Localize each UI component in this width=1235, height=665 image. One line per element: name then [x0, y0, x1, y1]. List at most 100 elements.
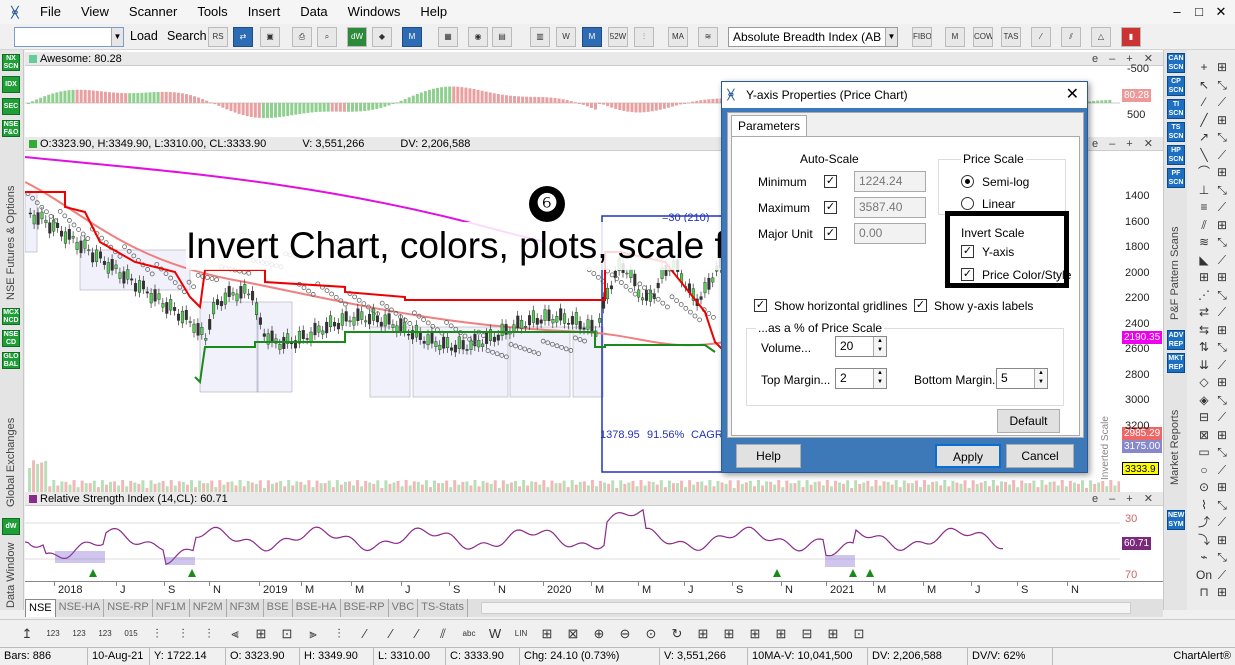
drawing-tool-icon[interactable]: ⇆	[1195, 321, 1213, 339]
major-unit-field[interactable]: 0.00	[854, 223, 926, 244]
drawing-tool-icon[interactable]: ⇅	[1195, 338, 1213, 356]
bottom-tool-icon[interactable]: ⊞	[694, 625, 712, 643]
drawing-tool-icon[interactable]: ⤡	[1213, 181, 1231, 199]
drawing-tool-icon[interactable]: ▭	[1195, 443, 1213, 461]
stepper-arrows-icon[interactable]: ▲ ▼	[1034, 369, 1047, 388]
monthly-icon[interactable]: M	[582, 27, 602, 47]
drawing-tool-icon[interactable]: ⤡	[1213, 338, 1231, 356]
bottom-tool-icon[interactable]: ⁄	[356, 625, 374, 643]
drawing-tool-icon[interactable]: ⤡	[1213, 391, 1231, 409]
dialog-close-icon[interactable]: ✕	[1066, 82, 1079, 108]
tab-nse-rp[interactable]: NSE-RP	[104, 599, 153, 617]
drawing-tool-icon[interactable]: ⟋	[1213, 566, 1231, 584]
stepper-arrows-icon[interactable]: ▲ ▼	[873, 369, 886, 388]
minimum-field[interactable]: 1224.24	[854, 171, 926, 192]
tas-icon[interactable]: TAS	[1001, 27, 1021, 47]
drawing-tool-icon[interactable]: ⟋	[1213, 461, 1231, 479]
bottom-tool-icon[interactable]: ⊞	[252, 625, 270, 643]
chart-icon[interactable]: ▤	[492, 27, 512, 47]
ts-scan-button[interactable]: TS SCN	[1167, 122, 1185, 142]
auto-fibo-icon[interactable]: FIBO	[912, 27, 932, 47]
close-window-button[interactable]: ✕	[1210, 0, 1232, 24]
weekly-icon[interactable]: W	[556, 27, 576, 47]
bottom-tool-icon[interactable]: ⊙	[642, 625, 660, 643]
dw-icon[interactable]: dW	[347, 27, 367, 47]
drawing-tool-icon[interactable]: ⤡	[1213, 286, 1231, 304]
drawing-tool-icon[interactable]: ⊞	[1213, 216, 1231, 234]
portfolio-icon[interactable]: M	[402, 27, 422, 47]
drawing-tool-icon[interactable]: ⫽	[1195, 216, 1213, 234]
drawing-tool-icon[interactable]: ⤡	[1213, 76, 1231, 94]
nse-futures-label[interactable]: NSE Futures & Options	[5, 140, 17, 300]
candle-scan-button[interactable]: CAN SCN	[1167, 53, 1185, 73]
tab-nse-ha[interactable]: NSE-HA	[56, 599, 105, 617]
drawing-tool-icon[interactable]: ⟋	[1213, 356, 1231, 374]
data-window-button[interactable]: dW	[2, 518, 20, 535]
drawing-tool-icon[interactable]: ⋰	[1195, 286, 1213, 304]
save-icon[interactable]: ▣	[260, 27, 280, 47]
top-margin-stepper[interactable]: 2 ▲ ▼	[835, 368, 887, 389]
bottom-tool-icon[interactable]: ⊞	[772, 625, 790, 643]
maximum-auto-checkbox[interactable]: ✓	[824, 201, 837, 214]
symbol-input[interactable]: ▼	[14, 27, 124, 47]
new-symbol-button[interactable]: NEW SYM	[1167, 510, 1185, 530]
drawing-tool-icon[interactable]: ⟋	[1213, 93, 1231, 111]
data-window-label[interactable]: Data Window	[5, 538, 17, 608]
triangle-icon[interactable]: △	[1091, 27, 1111, 47]
volume-stepper[interactable]: 20 ▲ ▼	[835, 336, 887, 357]
drawing-tool-icon[interactable]: ⌒	[1195, 163, 1213, 181]
global-button[interactable]: GLO BAL	[2, 352, 20, 369]
drawing-tool-icon[interactable]: ⊞	[1213, 163, 1231, 181]
drawing-tool-icon[interactable]: ⊟	[1195, 408, 1213, 426]
drawing-tool-icon[interactable]: ○	[1195, 461, 1213, 479]
tab-nf3m[interactable]: NF3M	[227, 599, 264, 617]
diamond-icon[interactable]: ◆	[372, 27, 392, 47]
bottom-tool-icon[interactable]: ⊞	[824, 625, 842, 643]
chevron-down-icon[interactable]: ▼	[111, 28, 123, 46]
drawing-tool-icon[interactable]: ⊞	[1213, 111, 1231, 129]
default-button[interactable]: Default	[997, 409, 1060, 433]
drawing-tool-icon[interactable]: +	[1195, 58, 1213, 76]
bottom-tool-icon[interactable]: ⫶	[174, 625, 192, 643]
bottom-tool-icon[interactable]: ↻	[668, 625, 686, 643]
pane-controls[interactable]: e – + ✕	[1092, 137, 1157, 151]
drawing-tool-icon[interactable]: ⇊	[1195, 356, 1213, 374]
bottom-tool-icon[interactable]: 015	[122, 625, 140, 643]
drawing-tool-icon[interactable]: ↗	[1195, 128, 1213, 146]
drawing-tool-icon[interactable]: ⤡	[1213, 548, 1231, 566]
load-button[interactable]: Load	[130, 29, 158, 43]
cp-scan-button[interactable]: CP SCN	[1167, 76, 1185, 96]
bar-chart-icon[interactable]: ▥	[530, 27, 550, 47]
nse-fo-button[interactable]: NSE F&O	[2, 120, 20, 137]
bottom-tool-icon[interactable]: ⫶	[330, 625, 348, 643]
drawing-tool-icon[interactable]: ⟋	[1213, 513, 1231, 531]
drawing-tool-icon[interactable]: ◣	[1195, 251, 1213, 269]
drawing-tool-icon[interactable]: ╱	[1195, 111, 1213, 129]
tab-nf1m[interactable]: NF1M	[153, 599, 190, 617]
drawing-tool-icon[interactable]: ⊞	[1213, 321, 1231, 339]
search-button[interactable]: Search	[167, 29, 207, 43]
minimize-button[interactable]: –	[1166, 0, 1188, 24]
preview-icon[interactable]: ⌕	[317, 27, 337, 47]
drawing-tool-icon[interactable]: ⊞	[1213, 478, 1231, 496]
bottom-tool-icon[interactable]: ↥	[18, 625, 36, 643]
major-unit-auto-checkbox[interactable]: ✓	[824, 227, 837, 240]
52w-icon[interactable]: 52W	[608, 27, 628, 47]
bottom-margin-stepper[interactable]: 5 ▲ ▼	[996, 368, 1048, 389]
menu-view[interactable]: View	[71, 0, 119, 24]
cow-tail-icon[interactable]: COW	[973, 27, 993, 47]
bottom-tool-icon[interactable]: ⊟	[798, 625, 816, 643]
drawing-tool-icon[interactable]: ⊞	[1213, 58, 1231, 76]
tab-parameters[interactable]: Parameters	[731, 115, 808, 137]
linear-radio[interactable]	[961, 197, 974, 210]
tab-bse[interactable]: BSE	[264, 599, 293, 617]
tab-ts-stats[interactable]: TS-Stats	[418, 599, 468, 617]
bars-icon[interactable]: ▮	[1121, 27, 1141, 47]
pf-pattern-scans-label[interactable]: P&F Pattern Scans	[1169, 190, 1181, 320]
bottom-tool-icon[interactable]: ⫸	[304, 625, 322, 643]
nx-scan-button[interactable]: NX SCN	[2, 54, 20, 71]
sec-button[interactable]: SEC	[2, 98, 20, 115]
chevron-down-icon[interactable]: ▼	[885, 28, 897, 46]
bottom-tool-icon[interactable]: ⫶	[148, 625, 166, 643]
cancel-button[interactable]: Cancel	[1006, 444, 1074, 468]
